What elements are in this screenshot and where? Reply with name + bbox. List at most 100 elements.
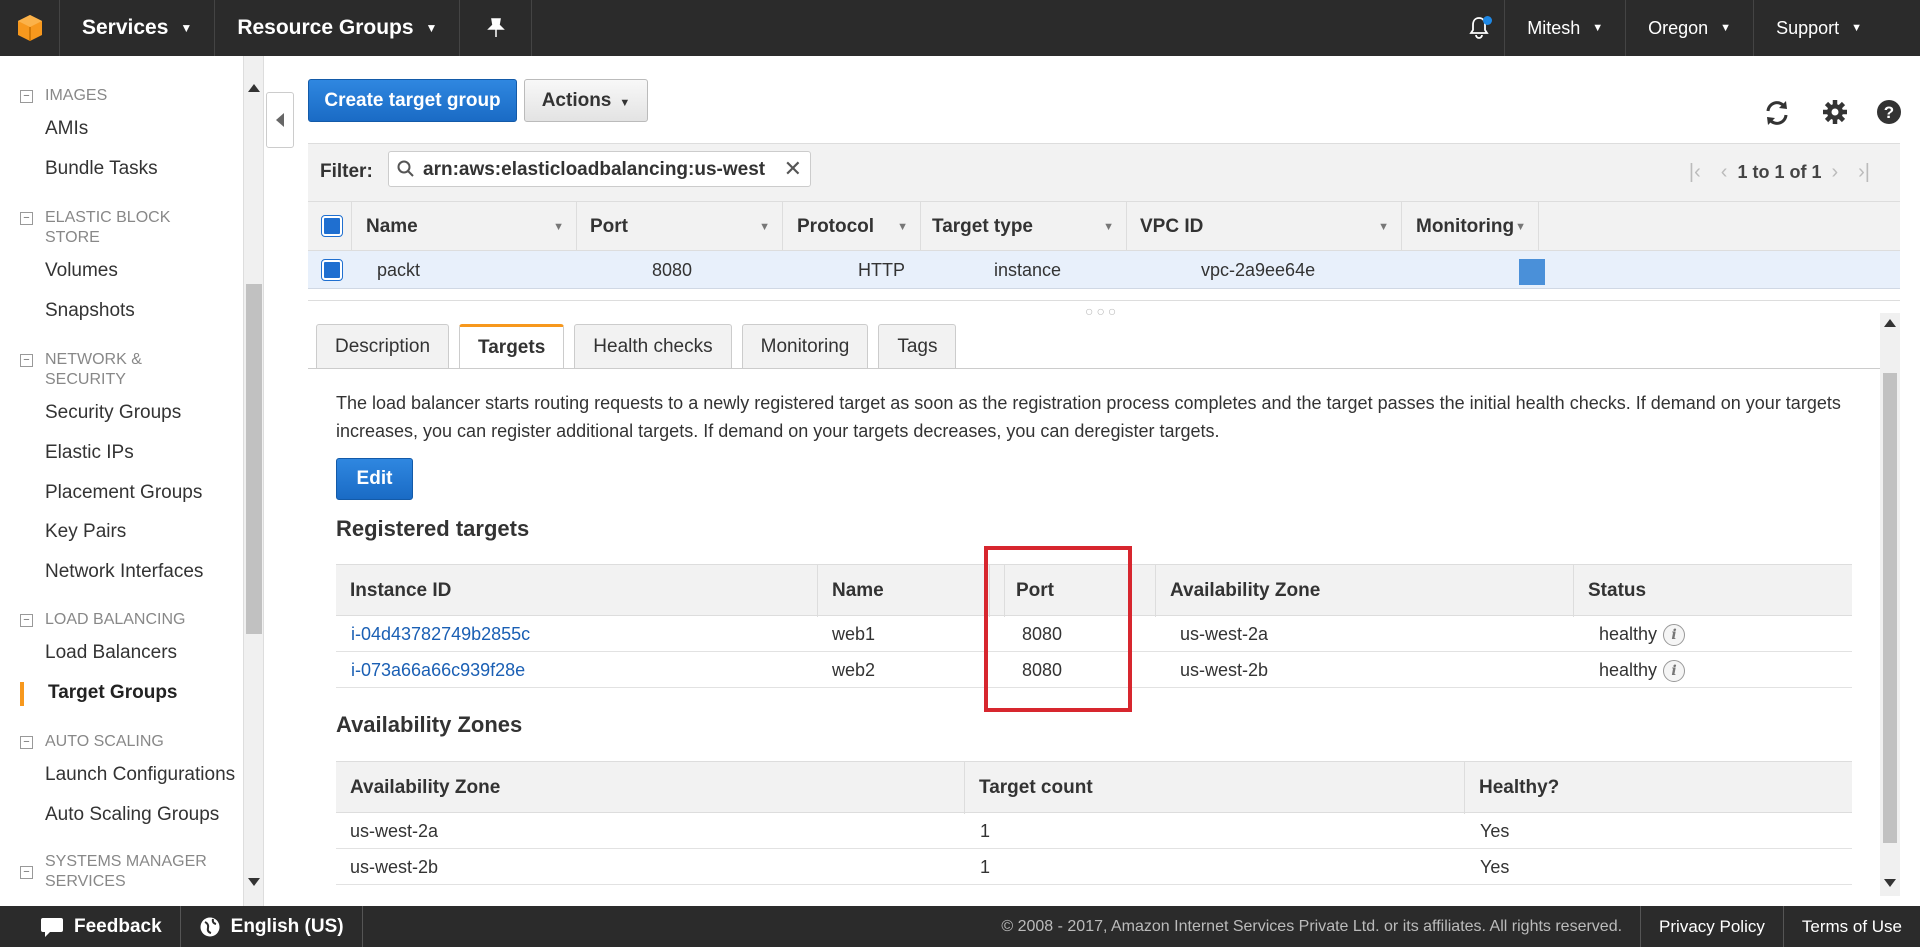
sidebar-item-elastic-ips[interactable]: Elastic IPs: [45, 442, 134, 464]
sidebar-scrollbar[interactable]: [244, 56, 264, 906]
collapse-icon[interactable]: −: [20, 736, 33, 749]
user-menu[interactable]: Mitesh ▼: [1504, 0, 1625, 56]
target-zone: us-west-2b: [1180, 660, 1269, 680]
collapse-icon[interactable]: −: [20, 90, 33, 103]
privacy-policy-link[interactable]: Privacy Policy: [1640, 906, 1783, 947]
column-availability-zone[interactable]: Availability Zone: [336, 762, 965, 814]
sidebar-section-load-balancing[interactable]: − LOAD BALANCING: [20, 610, 215, 630]
sidebar-item-snapshots[interactable]: Snapshots: [45, 300, 135, 322]
sidebar-item-network-interfaces[interactable]: Network Interfaces: [45, 561, 203, 583]
instance-id-link[interactable]: i-073a66a66c939f28e: [351, 652, 525, 688]
column-vpc-id[interactable]: VPC ID ▼: [1127, 202, 1402, 252]
select-all-checkbox[interactable]: [321, 215, 343, 237]
settings-gear-icon[interactable]: [1820, 97, 1850, 127]
sidebar-section-elastic-block-store[interactable]: − ELASTIC BLOCK STORE: [20, 208, 215, 248]
column-instance-id[interactable]: Instance ID: [336, 565, 818, 617]
collapse-icon[interactable]: −: [20, 354, 33, 367]
first-page-icon[interactable]: |‹: [1689, 154, 1701, 190]
column-monitoring[interactable]: Monitoring ▼: [1402, 202, 1539, 252]
row-vpc-id: vpc-2a9ee64e: [1201, 260, 1316, 280]
table-row[interactable]: packt 8080 HTTP instance vpc-2a9ee64e: [308, 251, 1900, 289]
refresh-icon[interactable]: [1762, 98, 1792, 128]
column-target-count[interactable]: Target count: [965, 762, 1465, 814]
sidebar-section-systems-manager[interactable]: − SYSTEMS MANAGER SERVICES: [20, 852, 215, 892]
column-name[interactable]: Name: [818, 565, 990, 617]
support-menu[interactable]: Support ▼: [1753, 0, 1920, 56]
row-checkbox[interactable]: [321, 259, 343, 281]
table-row: us-west-2a 1 Yes: [336, 813, 1852, 849]
tab-health-checks[interactable]: Health checks: [574, 324, 732, 368]
aws-logo-icon[interactable]: [0, 0, 60, 56]
column-target-type[interactable]: Target type ▼: [921, 202, 1127, 252]
column-availability-zone[interactable]: Availability Zone: [1156, 565, 1574, 617]
column-healthy[interactable]: Healthy?: [1465, 762, 1852, 814]
scrollbar-thumb[interactable]: [246, 284, 262, 634]
sidebar-item-security-groups[interactable]: Security Groups: [45, 402, 181, 424]
notifications-bell-icon[interactable]: [1454, 0, 1504, 56]
scroll-up-icon[interactable]: [1884, 319, 1896, 327]
previous-page-icon[interactable]: ‹: [1721, 154, 1728, 190]
sidebar-item-placement-groups[interactable]: Placement Groups: [45, 482, 202, 504]
target-name: web1: [832, 624, 876, 644]
resource-groups-menu[interactable]: Resource Groups ▼: [215, 0, 461, 56]
terms-of-use-link[interactable]: Terms of Use: [1782, 906, 1920, 947]
sidebar-section-network-security[interactable]: − NETWORK & SECURITY: [20, 350, 215, 390]
scroll-up-icon[interactable]: [248, 84, 260, 92]
services-menu[interactable]: Services ▼: [60, 0, 216, 56]
collapse-icon[interactable]: −: [20, 866, 33, 879]
clear-filter-icon[interactable]: ✕: [784, 156, 802, 182]
sidebar-item-amis[interactable]: AMIs: [45, 118, 88, 140]
region-menu[interactable]: Oregon ▼: [1625, 0, 1753, 56]
target-name: web2: [832, 660, 876, 680]
column-status[interactable]: Status: [1574, 565, 1852, 617]
sidebar-item-key-pairs[interactable]: Key Pairs: [45, 521, 126, 543]
port-highlight-box: [984, 546, 1132, 712]
sidebar-section-images[interactable]: − IMAGES: [20, 86, 215, 106]
edit-button[interactable]: Edit: [336, 458, 413, 500]
filter-label: Filter:: [320, 161, 373, 182]
column-port[interactable]: Port ▼: [577, 202, 783, 252]
scrollbar-thumb[interactable]: [1883, 373, 1897, 843]
monitoring-chart-icon[interactable]: [1519, 259, 1545, 285]
chevron-down-icon: ▼: [1851, 22, 1862, 34]
column-protocol[interactable]: Protocol ▼: [783, 202, 921, 252]
top-navigation-bar: Services ▼ Resource Groups ▼ Mitesh ▼ Or…: [0, 0, 1920, 56]
next-page-icon[interactable]: ›: [1831, 154, 1838, 190]
info-icon[interactable]: i: [1663, 660, 1686, 683]
sort-icon: ▼: [553, 221, 564, 233]
scroll-down-icon[interactable]: [1884, 879, 1896, 887]
row-port: 8080: [652, 260, 693, 280]
scroll-down-icon[interactable]: [248, 878, 260, 886]
sort-icon: ▼: [1515, 221, 1526, 233]
pin-icon[interactable]: [460, 0, 533, 56]
region-label: Oregon: [1648, 17, 1709, 38]
collapse-sidebar-button[interactable]: [266, 92, 294, 148]
tab-monitoring[interactable]: Monitoring: [741, 324, 869, 368]
az-healthy: Yes: [1480, 821, 1510, 841]
resize-handle-icon[interactable]: ○○○: [1085, 303, 1119, 319]
sidebar-item-load-balancers[interactable]: Load Balancers: [45, 642, 177, 664]
sidebar-section-auto-scaling[interactable]: − AUTO SCALING: [20, 732, 215, 752]
collapse-icon[interactable]: −: [20, 614, 33, 627]
details-scrollbar[interactable]: [1880, 313, 1900, 896]
column-name[interactable]: Name ▼: [352, 202, 577, 252]
tab-tags[interactable]: Tags: [878, 324, 957, 368]
sidebar-item-launch-configurations[interactable]: Launch Configurations: [45, 764, 235, 786]
registered-targets-title: Registered targets: [336, 516, 530, 541]
language-selector[interactable]: English (US): [181, 906, 363, 947]
sidebar-item-target-groups[interactable]: Target Groups: [48, 682, 178, 704]
collapse-icon[interactable]: −: [20, 212, 33, 225]
sidebar-item-auto-scaling-groups[interactable]: Auto Scaling Groups: [45, 804, 219, 826]
sidebar-item-volumes[interactable]: Volumes: [45, 260, 118, 282]
sidebar-item-bundle-tasks[interactable]: Bundle Tasks: [45, 158, 158, 180]
filter-input[interactable]: arn:aws:elasticloadbalancing:us-west ✕: [388, 151, 811, 187]
help-icon[interactable]: ?: [1874, 97, 1904, 127]
actions-button[interactable]: Actions ▼: [524, 79, 648, 122]
last-page-icon[interactable]: ›|: [1858, 154, 1870, 190]
feedback-button[interactable]: Feedback: [0, 906, 181, 947]
info-icon[interactable]: i: [1663, 624, 1686, 647]
instance-id-link[interactable]: i-04d43782749b2855c: [351, 616, 530, 652]
tab-description[interactable]: Description: [316, 324, 450, 368]
tab-targets[interactable]: Targets: [459, 324, 565, 369]
create-target-group-button[interactable]: Create target group: [308, 79, 517, 122]
